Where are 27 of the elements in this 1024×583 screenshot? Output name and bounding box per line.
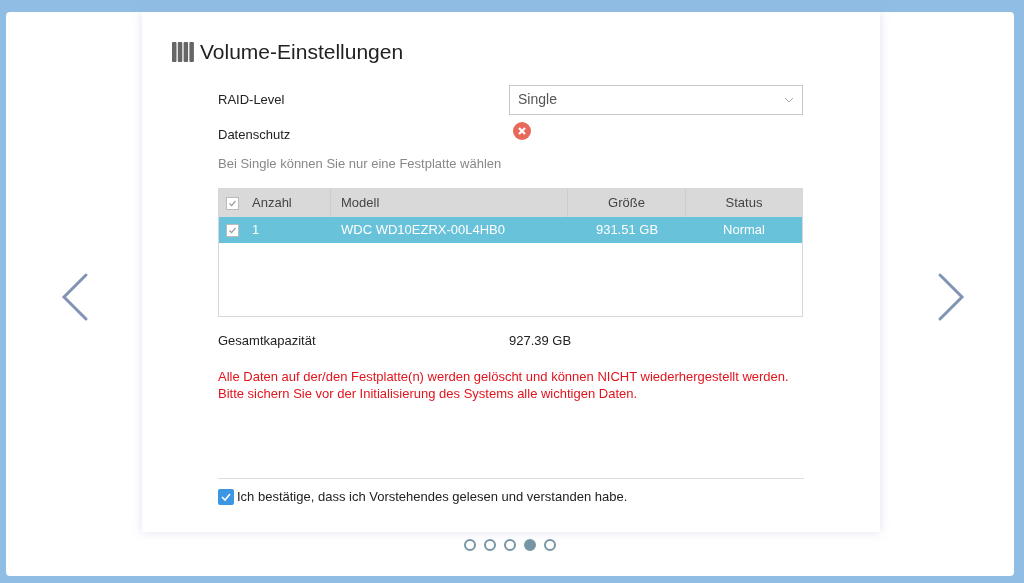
volume-icon: [172, 41, 194, 62]
page-title: Volume-Einstellungen: [200, 39, 404, 65]
page-dot[interactable]: [524, 539, 536, 551]
page-dot[interactable]: [484, 539, 496, 551]
warning-text: Alle Daten auf der/den Festplatte(n) werden gelöscht und können NICHT wiederhergestellt werden.: [218, 368, 790, 385]
page-dot[interactable]: [544, 539, 556, 551]
page-dot[interactable]: [464, 539, 476, 551]
table-cell-text: WDC WD10EZRX-00L4HB0: [340, 221, 506, 240]
capacity-value: 927.39 GB: [509, 331, 572, 350]
row-checkbox[interactable]: [226, 223, 239, 237]
field-label: Datenschutz: [218, 125, 292, 144]
table-cell-text: Normal: [722, 221, 766, 240]
caret-icon: [784, 96, 794, 103]
field-label: RAID-Level: [218, 90, 286, 109]
select-all-checkbox[interactable]: [226, 196, 239, 210]
select-field[interactable]: Single: [509, 84, 803, 115]
hint-text: Bei Single können Sie nur eine Festplatte wählen: [218, 155, 503, 173]
previous-arrow[interactable]: [60, 272, 90, 322]
table-cell-text: 1: [251, 221, 261, 240]
confirm-label: Ich bestätige, dass ich Vorstehendes gelesen und verstanden habe.: [237, 488, 628, 506]
confirm-checkbox[interactable]: [218, 488, 234, 505]
capacity-label: Gesamtkapazität: [218, 331, 317, 350]
column-header: Status: [724, 194, 764, 213]
page-dot[interactable]: [504, 539, 516, 551]
warning-text: Bitte sichern Sie vor der Initialisierung des Systems alle wichtigen Daten.: [218, 385, 639, 402]
next-arrow[interactable]: [936, 272, 966, 322]
table-cell-text: 931.51 GB: [594, 221, 660, 240]
